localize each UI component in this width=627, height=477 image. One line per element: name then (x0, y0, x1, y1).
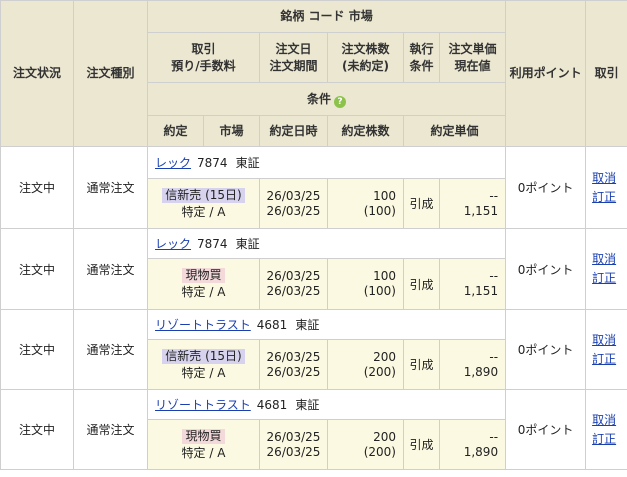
cancel-link[interactable]: 取消 (592, 413, 616, 427)
order-type: 通常注文 (73, 228, 148, 310)
action-cell: 取消 訂正 (585, 146, 627, 229)
header-condition: 条件? (146, 82, 507, 116)
stock-market: 東証 (295, 317, 320, 332)
header-torikeshi: 取引 (585, 0, 627, 147)
stock-market: 東証 (235, 236, 260, 251)
order-row: 注文中 通常注文 リゾートトラスト 4681 東証 0ポイント 取消 訂正 (0, 309, 627, 390)
order-rows: 注文中 通常注文 レック 7874 東証 0ポイント 取消 訂正 信新売 (15日)… (0, 146, 627, 470)
exec-condition: 引成 (403, 339, 440, 390)
correct-link[interactable]: 訂正 (592, 190, 616, 204)
order-status: 注文中 (0, 309, 74, 390)
order-qty: 100 (100) (327, 258, 404, 310)
order-price: -- 1,151 (438, 258, 507, 310)
action-cell: 取消 訂正 (585, 228, 627, 310)
header-yakujo-qty: 約定株数 (327, 115, 404, 147)
order-price: -- 1,890 (438, 419, 507, 470)
stock-info: レック 7874 東証 (146, 146, 507, 179)
stock-info: リゾートトラスト 4681 東証 (146, 389, 507, 420)
stock-code: 4681 (256, 317, 288, 332)
correct-link[interactable]: 訂正 (592, 271, 616, 285)
trade-kind-cell: 信新売 (15日) 特定 / A (147, 178, 260, 229)
order-row: 注文中 通常注文 リゾートトラスト 4681 東証 0ポイント 取消 訂正 (0, 389, 627, 470)
points-value: 0ポイント (505, 309, 587, 390)
header-exec-cond: 執行 条件 (403, 32, 440, 83)
trade-badge: 現物買 (182, 268, 225, 283)
correct-link[interactable]: 訂正 (592, 352, 616, 366)
order-status: 注文中 (0, 389, 74, 470)
order-table: 注文状況 注文種別 銘柄 コード 市場 利用ポイント 取引 取引 預り/手数料 注… (0, 0, 627, 470)
header-status: 注文状況 (0, 0, 74, 147)
order-status: 注文中 (0, 228, 74, 310)
stock-code: 7874 (197, 236, 228, 251)
stock-market: 東証 (295, 397, 320, 412)
header-yakujo: 約定 (147, 115, 204, 147)
order-type: 通常注文 (73, 146, 148, 229)
order-qty: 200 (200) (327, 339, 404, 390)
stock-name-link[interactable]: リゾートトラスト (155, 318, 251, 332)
order-type: 通常注文 (73, 389, 148, 470)
action-cell: 取消 訂正 (585, 389, 627, 470)
header-order-type: 注文種別 (73, 0, 148, 147)
header-order-qty: 注文株数 (未約定) (327, 32, 404, 83)
cancel-link[interactable]: 取消 (592, 333, 616, 347)
account-type: 特定 / A (181, 365, 226, 380)
action-cell: 取消 訂正 (585, 309, 627, 390)
header-meigara: 銘柄 コード 市場 (146, 0, 507, 33)
points-value: 0ポイント (505, 228, 587, 310)
order-row: 注文中 通常注文 レック 7874 東証 0ポイント 取消 訂正 (0, 146, 627, 229)
account-type: 特定 / A (181, 445, 226, 460)
exec-condition: 引成 (403, 258, 440, 310)
points-value: 0ポイント (505, 146, 587, 229)
stock-info: リゾートトラスト 4681 東証 (146, 309, 507, 340)
trade-kind-cell: 現物買 特定 / A (147, 258, 260, 310)
stock-name-link[interactable]: レック (155, 237, 191, 251)
order-dates: 26/03/25 26/03/25 (259, 258, 328, 310)
exec-condition: 引成 (403, 178, 440, 229)
header-yakujo-price: 約定単価 (402, 115, 507, 147)
order-row: 注文中 通常注文 レック 7874 東証 0ポイント 取消 訂正 (0, 228, 627, 310)
order-dates: 26/03/25 26/03/25 (259, 419, 328, 470)
correct-link[interactable]: 訂正 (592, 432, 616, 446)
order-qty: 100 (100) (327, 178, 404, 229)
points-value: 0ポイント (505, 389, 587, 470)
header-yakujo-date: 約定日時 (259, 115, 328, 147)
cancel-link[interactable]: 取消 (592, 171, 616, 185)
header-market: 市場 (203, 115, 260, 147)
cancel-link[interactable]: 取消 (592, 252, 616, 266)
header-order-date: 注文日 注文期間 (259, 32, 328, 83)
order-dates: 26/03/25 26/03/25 (259, 178, 328, 229)
trade-badge: 現物買 (182, 428, 225, 444)
stock-code: 4681 (256, 397, 288, 412)
stock-name-link[interactable]: リゾートトラスト (155, 398, 251, 412)
trade-kind-cell: 信新売 (15日) 特定 / A (147, 339, 260, 390)
order-price: -- 1,890 (438, 339, 507, 390)
table-header: 注文状況 注文種別 銘柄 コード 市場 利用ポイント 取引 取引 預り/手数料 注… (0, 0, 627, 147)
trade-kind-cell: 現物買 特定 / A (147, 419, 260, 470)
order-qty: 200 (200) (327, 419, 404, 470)
stock-info: レック 7874 東証 (146, 228, 507, 259)
order-status: 注文中 (0, 146, 74, 229)
account-type: 特定 / A (181, 204, 226, 219)
stock-code: 7874 (197, 155, 228, 170)
order-dates: 26/03/25 26/03/25 (259, 339, 328, 390)
stock-name-link[interactable]: レック (155, 156, 191, 170)
stock-market: 東証 (235, 155, 260, 170)
header-points: 利用ポイント (505, 0, 587, 147)
trade-badge: 信新売 (15日) (162, 348, 245, 364)
exec-condition: 引成 (403, 419, 440, 470)
order-price: -- 1,151 (438, 178, 507, 229)
trade-badge: 信新売 (15日) (162, 187, 245, 203)
header-torihiki: 取引 預り/手数料 (147, 32, 260, 83)
header-order-price: 注文単価 現在値 (438, 32, 507, 83)
order-type: 通常注文 (73, 309, 148, 390)
question-circle-icon[interactable]: ? (334, 95, 347, 108)
account-type: 特定 / A (181, 285, 226, 299)
